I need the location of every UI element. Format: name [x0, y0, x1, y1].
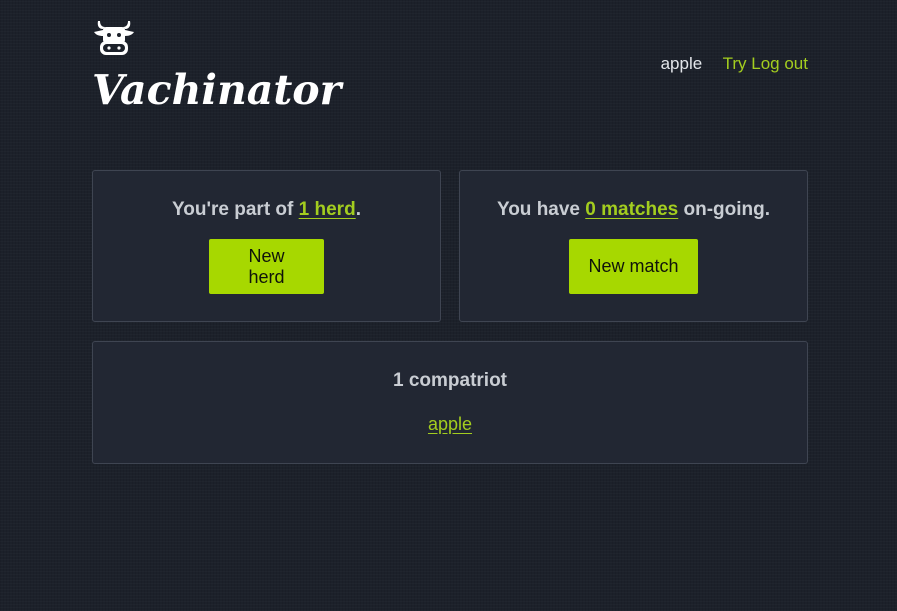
matches-card: You have 0 matches on-going. New match — [459, 170, 808, 322]
herds-summary: You're part of 1 herd. — [93, 199, 440, 221]
compatriot-link[interactable]: apple — [428, 414, 472, 434]
compatriot-list-item: apple — [93, 414, 807, 435]
site-header: Vachinator apple Try Log out — [92, 0, 808, 150]
matches-summary-prefix: You have — [496, 199, 586, 220]
brand-title: Vachinator — [92, 66, 342, 114]
herds-summary-suffix: . — [355, 199, 361, 220]
herds-link[interactable]: 1 herd — [299, 199, 356, 220]
dashboard-cards: You're part of 1 herd. New herd You have… — [92, 170, 808, 464]
herds-card: You're part of 1 herd. New herd — [92, 170, 441, 322]
new-herd-button[interactable]: New herd — [209, 239, 324, 294]
new-match-button[interactable]: New match — [569, 239, 698, 294]
username-label: apple — [660, 54, 703, 73]
page-container: Vachinator apple Try Log out You're part… — [92, 0, 808, 464]
herds-summary-prefix: You're part of — [172, 199, 299, 220]
cow-face-icon[interactable] — [92, 17, 136, 57]
try-link[interactable]: Try — [723, 54, 747, 73]
matches-summary-suffix: on-going. — [678, 199, 771, 220]
matches-summary: You have 0 matches on-going. — [460, 199, 807, 221]
compatriots-card: 1 compatriot apple — [92, 341, 808, 464]
matches-link[interactable]: 0 matches — [585, 199, 678, 220]
logout-link[interactable]: Log out — [751, 54, 808, 73]
compatriots-title: 1 compatriot — [392, 370, 508, 391]
top-nav: apple Try Log out — [661, 53, 808, 75]
